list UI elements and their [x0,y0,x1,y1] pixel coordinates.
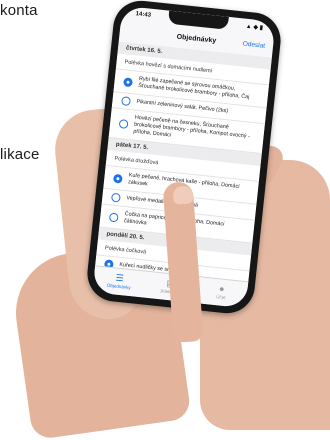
tab-account[interactable]: ● Účet [194,277,248,308]
background-text-likace: likace [0,146,40,163]
status-time: 14:43 [135,11,152,19]
background-text-konta: konta [0,2,38,19]
radio-selected-icon[interactable] [112,173,123,184]
radio-selected-icon[interactable] [123,76,134,87]
radio-empty-icon[interactable] [118,119,129,129]
tab-orders[interactable]: ☰ Objednávky [92,266,146,297]
send-button[interactable]: Odeslat [242,41,265,50]
tab-label: Objednávky [106,282,131,291]
radio-empty-icon[interactable] [108,212,119,222]
radio-empty-icon[interactable] [110,192,121,203]
fingernail [172,185,194,205]
radio-empty-icon[interactable] [121,96,131,107]
tab-label: Účet [216,294,226,301]
status-icons: ▲ ◆ ▮ [245,23,264,32]
